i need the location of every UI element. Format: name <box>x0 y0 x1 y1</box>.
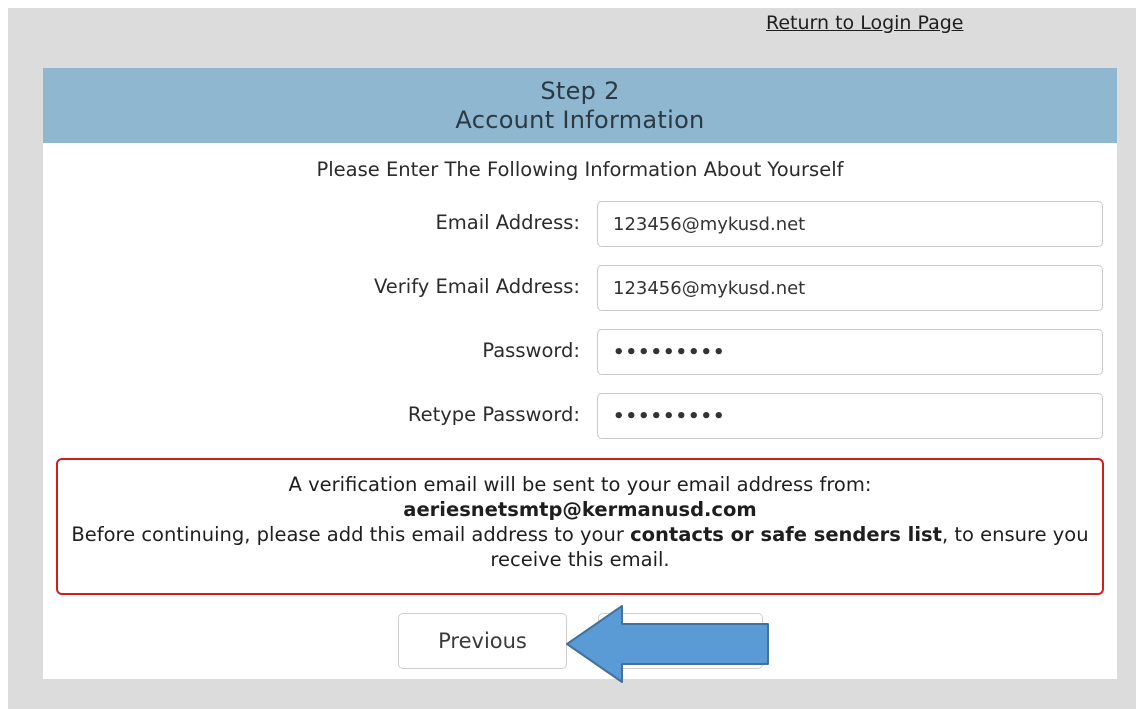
password-row: Password: <box>43 329 1117 375</box>
return-to-login-link[interactable]: Return to Login Page <box>766 12 964 34</box>
email-field[interactable] <box>597 201 1103 247</box>
email-label: Email Address: <box>435 211 580 234</box>
panel-header: Step 2 Account Information <box>43 68 1117 143</box>
verify-email-label: Verify Email Address: <box>373 275 580 298</box>
intro-text: Please Enter The Following Information A… <box>316 158 844 181</box>
account-info-panel: Step 2 Account Information Please Enter … <box>43 68 1117 679</box>
verification-notice: A verification email will be sent to you… <box>56 458 1104 595</box>
email-row: Email Address: <box>43 201 1117 247</box>
notice-line-1: A verification email will be sent to you… <box>288 473 872 496</box>
pointer-arrow-icon <box>566 605 769 683</box>
previous-button[interactable]: Previous <box>398 613 567 669</box>
step-title: Account Information <box>455 106 705 134</box>
retype-password-label: Retype Password: <box>407 403 580 426</box>
notice-sender-email: aeriesnetsmtp@kermanusd.com <box>403 498 757 521</box>
password-label: Password: <box>482 339 580 362</box>
password-field[interactable] <box>597 329 1103 375</box>
notice-line-3: Before continuing, please add this email… <box>71 523 1089 571</box>
verify-email-row: Verify Email Address: <box>43 265 1117 311</box>
verify-email-field[interactable] <box>597 265 1103 311</box>
retype-password-row: Retype Password: <box>43 393 1117 439</box>
retype-password-field[interactable] <box>597 393 1103 439</box>
step-number: Step 2 <box>540 77 620 105</box>
